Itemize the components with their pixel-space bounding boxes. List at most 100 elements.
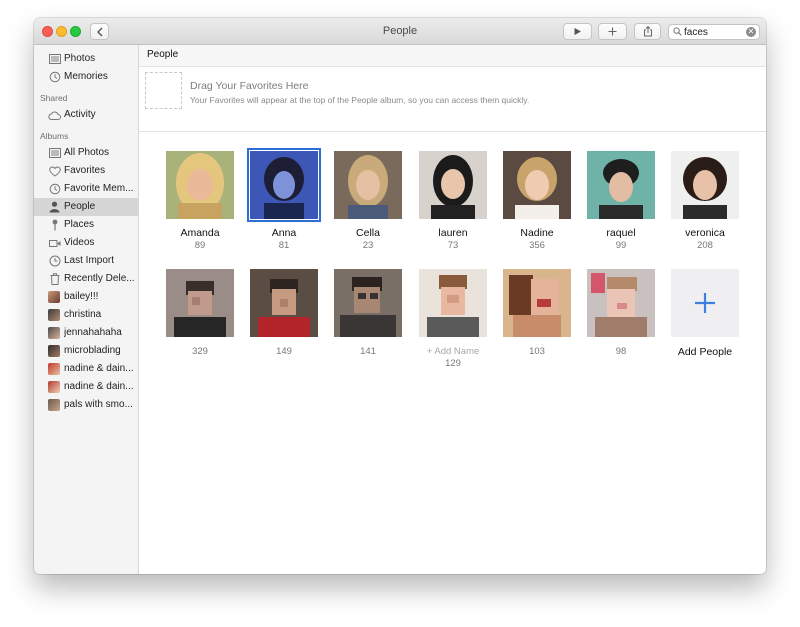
heart-icon xyxy=(48,165,61,177)
face-thumbnail xyxy=(503,269,571,337)
search-field[interactable]: faces ✕ xyxy=(668,24,760,40)
add-button[interactable] xyxy=(598,23,627,40)
sidebar-item-recently-deleted[interactable]: Recently Dele... xyxy=(34,270,138,288)
face-thumbnail xyxy=(671,151,739,219)
add-people-label: Add People xyxy=(677,346,733,358)
photo-count: 23 xyxy=(362,240,374,251)
plus-icon xyxy=(695,293,715,313)
page-title: People xyxy=(147,49,179,60)
sidebar-item-people[interactable]: People xyxy=(34,198,138,216)
sidebar-item-memories[interactable]: Memories xyxy=(34,68,138,86)
back-button[interactable] xyxy=(90,23,109,40)
photo-count: 89 xyxy=(194,240,206,251)
face-thumbnail xyxy=(503,151,571,219)
photo-count: 329 xyxy=(192,346,208,357)
face-thumbnail xyxy=(334,269,402,337)
photo-count: 356 xyxy=(529,240,545,251)
album-thumbnail xyxy=(48,291,60,303)
video-icon xyxy=(48,237,61,249)
photos-window: People faces ✕ Photos Memories Shared Ac… xyxy=(34,18,766,574)
pin-icon xyxy=(48,219,61,231)
face-thumbnail xyxy=(166,269,234,337)
favorites-subtitle: Your Favorites will appear at the top of… xyxy=(190,95,530,105)
favorites-drop-zone[interactable] xyxy=(145,72,182,109)
photo-count: 141 xyxy=(360,346,376,357)
zoom-window-button[interactable] xyxy=(70,26,81,37)
photo-count: 208 xyxy=(697,240,713,251)
photos-icon xyxy=(48,53,61,65)
add-name-link[interactable]: + Add Name xyxy=(409,346,497,357)
sidebar-item-album-pals[interactable]: pals with smo... xyxy=(34,396,138,414)
face-thumbnail xyxy=(587,269,655,337)
album-thumbnail xyxy=(48,345,60,357)
slideshow-button[interactable] xyxy=(563,23,592,40)
memories-icon xyxy=(48,71,61,83)
person-name: Cella xyxy=(356,227,380,239)
sidebar-item-videos[interactable]: Videos xyxy=(34,234,138,252)
sidebar-item-album-bailey[interactable]: bailey!!! xyxy=(34,288,138,306)
sidebar: Photos Memories Shared Activity Albums A… xyxy=(34,45,139,574)
minimize-window-button[interactable] xyxy=(56,26,67,37)
close-window-button[interactable] xyxy=(42,26,53,37)
photo-count: 98 xyxy=(615,346,627,357)
photo-count: 73 xyxy=(447,240,459,251)
photo-count: 129 xyxy=(445,358,461,369)
content-header: People xyxy=(139,45,766,67)
photo-count: 99 xyxy=(615,240,627,251)
cloud-icon xyxy=(48,109,61,121)
plus-icon xyxy=(608,27,617,36)
chevron-left-icon xyxy=(96,27,102,36)
sidebar-item-photos[interactable]: Photos xyxy=(34,50,138,68)
sidebar-item-album-christina[interactable]: christina xyxy=(34,306,138,324)
sidebar-item-album-nadine-1[interactable]: nadine & dain... xyxy=(34,360,138,378)
album-thumbnail xyxy=(48,309,60,321)
face-thumbnail xyxy=(587,151,655,219)
share-icon xyxy=(643,26,652,37)
sidebar-item-places[interactable]: Places xyxy=(34,216,138,234)
person-name: raquel xyxy=(606,227,636,239)
person-name: Anna xyxy=(271,227,297,239)
photo-count: 81 xyxy=(278,240,290,251)
main-content: People Drag Your Favorites Here Your Fav… xyxy=(139,45,766,574)
album-icon xyxy=(48,147,61,159)
face-thumbnail xyxy=(419,151,487,219)
sidebar-item-activity[interactable]: Activity xyxy=(34,106,138,124)
search-icon xyxy=(673,27,682,36)
play-icon xyxy=(574,28,581,35)
photo-count: 149 xyxy=(276,346,292,357)
person-name: Nadine xyxy=(520,227,554,239)
sidebar-item-album-nadine-2[interactable]: nadine & dain... xyxy=(34,378,138,396)
add-people-tile[interactable] xyxy=(671,269,739,337)
sidebar-item-favorites[interactable]: Favorites xyxy=(34,162,138,180)
face-thumbnail xyxy=(419,269,487,337)
trash-icon xyxy=(48,273,61,285)
title-bar: People faces ✕ xyxy=(34,18,766,45)
sidebar-item-favorite-memories[interactable]: Favorite Mem... xyxy=(34,180,138,198)
clock-icon xyxy=(48,255,61,267)
search-input[interactable]: faces xyxy=(684,26,708,39)
memories-icon xyxy=(48,183,61,195)
section-heading-albums: Albums xyxy=(40,131,69,141)
person-icon xyxy=(48,201,61,213)
sidebar-item-album-jennahahaha[interactable]: jennahahaha xyxy=(34,324,138,342)
person-name: lauren xyxy=(438,227,468,239)
album-thumbnail xyxy=(48,363,60,375)
face-thumbnail xyxy=(334,151,402,219)
album-thumbnail xyxy=(48,399,60,411)
section-heading-shared: Shared xyxy=(40,93,68,103)
photo-count: 103 xyxy=(529,346,545,357)
divider xyxy=(139,131,766,132)
sidebar-item-last-import[interactable]: Last Import xyxy=(34,252,138,270)
face-thumbnail xyxy=(250,269,318,337)
share-button[interactable] xyxy=(634,23,661,40)
person-name: veronica xyxy=(685,227,725,239)
face-thumbnail xyxy=(166,151,234,219)
album-thumbnail xyxy=(48,327,60,339)
face-thumbnail xyxy=(247,148,321,222)
clear-search-icon[interactable]: ✕ xyxy=(746,27,756,37)
person-name: Amanda xyxy=(180,227,220,239)
album-thumbnail xyxy=(48,381,60,393)
sidebar-item-all-photos[interactable]: All Photos xyxy=(34,144,138,162)
favorites-title: Drag Your Favorites Here xyxy=(190,80,309,92)
sidebar-item-album-microblading[interactable]: microblading xyxy=(34,342,138,360)
